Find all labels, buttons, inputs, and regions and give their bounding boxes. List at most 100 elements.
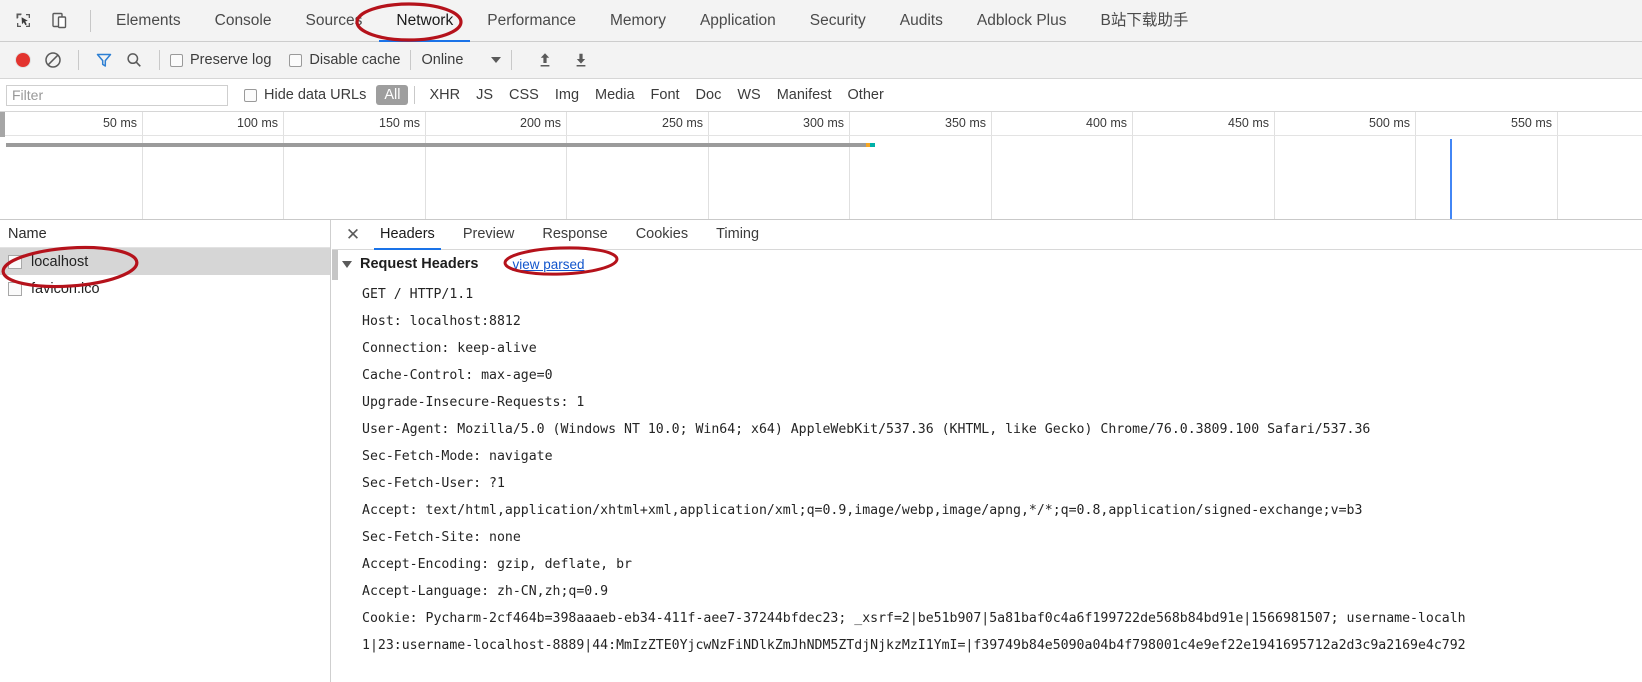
type-filter-media[interactable]: Media <box>587 85 643 105</box>
timeline-left-grip[interactable] <box>0 112 5 137</box>
timeline-tick-label: 550 ms <box>1511 116 1552 130</box>
disable-cache-checkbox[interactable]: Disable cache <box>289 52 400 68</box>
detail-tab-preview[interactable]: Preview <box>449 220 529 250</box>
upload-arrow-icon[interactable] <box>530 46 560 74</box>
filter-divider <box>414 86 416 104</box>
type-filter-manifest[interactable]: Manifest <box>769 85 840 105</box>
detail-tabbar: ✕ Headers Preview Response Cookies Timing <box>332 220 1642 250</box>
timeline-gridline <box>708 112 709 219</box>
request-rows: localhost favicon.ico <box>0 248 330 302</box>
raw-request-headers: GET / HTTP/1.1 Host: localhost:8812 Connec… <box>332 275 1642 659</box>
network-filter-bar: Hide data URLs All XHRJSCSSImgMediaFontDo… <box>0 79 1642 112</box>
type-filter-other[interactable]: Other <box>840 85 892 105</box>
type-filter-ws[interactable]: WS <box>729 85 768 105</box>
header-line: Sec-Fetch-User: ?1 <box>362 476 505 491</box>
timeline-tick-label: 400 ms <box>1086 116 1127 130</box>
request-list-header: Name <box>0 220 330 248</box>
header-line: Accept: text/html,application/xhtml+xml,… <box>362 503 1363 518</box>
tab-elements[interactable]: Elements <box>99 0 198 42</box>
type-filter-css[interactable]: CSS <box>501 85 547 105</box>
timeline-gridline <box>283 112 284 219</box>
chevron-down-icon <box>491 57 502 63</box>
overview-request-bar-tail <box>866 143 875 147</box>
type-filter-all[interactable]: All <box>376 85 409 105</box>
header-line: Cache-Control: max-age=0 <box>362 368 553 383</box>
tab-b站下载助手[interactable]: B站下载助手 <box>1083 0 1205 42</box>
inspect-cursor-icon[interactable] <box>10 8 36 34</box>
timeline-tick-label: 100 ms <box>237 116 278 130</box>
request-name: favicon.ico <box>31 280 100 297</box>
detail-tab-cookies[interactable]: Cookies <box>622 220 702 250</box>
type-filter-img[interactable]: Img <box>547 85 587 105</box>
detail-tab-timing[interactable]: Timing <box>702 220 773 250</box>
header-line: Cookie: Pycharm-2cf464b=398aaaeb-eb34-41… <box>362 611 1466 626</box>
triangle-down-icon[interactable] <box>342 260 352 268</box>
header-line: Sec-Fetch-Mode: navigate <box>362 449 553 464</box>
devtools-tool-icons <box>0 8 99 34</box>
header-line: GET / HTTP/1.1 <box>362 287 474 302</box>
toolbar-divider <box>78 50 79 70</box>
download-arrow-icon[interactable] <box>566 46 596 74</box>
tab-network[interactable]: Network <box>379 0 471 42</box>
request-headers-title: Request Headers <box>360 256 479 272</box>
tab-application[interactable]: Application <box>683 0 793 42</box>
type-filter-font[interactable]: Font <box>643 85 688 105</box>
timeline-gridline <box>849 112 850 219</box>
header-line: User-Agent: Mozilla/5.0 (Windows NT 10.0… <box>362 422 1371 437</box>
request-name: localhost <box>31 253 89 270</box>
timeline-ruler: 50 ms 100 ms 150 ms 200 ms 250 ms 300 ms 350 m… <box>0 112 1642 219</box>
detail-tab-headers[interactable]: Headers <box>366 220 449 250</box>
toolbar-divider <box>410 50 412 70</box>
tab-memory[interactable]: Memory <box>593 0 683 42</box>
disable-cache-label: Disable cache <box>309 52 401 68</box>
column-header-name: Name <box>8 225 47 242</box>
checkbox-box <box>170 53 183 67</box>
checkbox-box <box>289 53 303 67</box>
tab-adblock-plus[interactable]: Adblock Plus <box>960 0 1084 42</box>
toolbar-divider <box>90 9 91 32</box>
type-filter-doc[interactable]: Doc <box>688 85 730 105</box>
clear-prohibited-icon[interactable] <box>38 46 68 74</box>
device-toolbar-icon[interactable] <box>46 8 72 34</box>
preserve-log-checkbox[interactable]: Preserve log <box>170 52 271 68</box>
request-row[interactable]: localhost <box>0 248 330 275</box>
funnel-filter-icon[interactable] <box>89 46 119 74</box>
timeline-gridline <box>1274 112 1275 219</box>
tab-performance[interactable]: Performance <box>470 0 593 42</box>
header-line: Sec-Fetch-Site: none <box>362 530 521 545</box>
timeline-gridline <box>1132 112 1133 219</box>
close-x-icon[interactable]: ✕ <box>340 222 366 248</box>
request-row[interactable]: favicon.ico <box>0 275 330 302</box>
view-parsed-link[interactable]: view parsed <box>512 257 584 272</box>
timeline-gridline <box>566 112 567 219</box>
search-magnifier-icon[interactable] <box>119 46 149 74</box>
record-dot-icon[interactable] <box>8 46 38 74</box>
timeline-tick-label: 500 ms <box>1369 116 1410 130</box>
devtools-main-tabbar: Elements Console Sources Network Performance… <box>0 0 1642 42</box>
preserve-log-label: Preserve log <box>190 52 272 68</box>
header-line: Accept-Language: zh-CN,zh;q=0.9 <box>362 584 609 599</box>
throttling-dropdown[interactable]: Online <box>421 52 502 68</box>
hide-data-urls-checkbox[interactable]: Hide data URLs <box>244 87 366 103</box>
detail-pane-grip[interactable] <box>332 250 338 280</box>
network-toolbar: Preserve log Disable cache Online <box>0 42 1642 79</box>
filter-input[interactable] <box>6 84 228 106</box>
request-list-pane: Name localhost favicon.ico <box>0 220 331 682</box>
tab-sources[interactable]: Sources <box>289 0 380 42</box>
type-filter-js[interactable]: JS <box>468 85 501 105</box>
tab-console[interactable]: Console <box>198 0 289 42</box>
tab-audits[interactable]: Audits <box>883 0 960 42</box>
network-overview-timeline[interactable]: 50 ms 100 ms 150 ms 200 ms 250 ms 300 ms 350 m… <box>0 112 1642 220</box>
type-filter-xhr[interactable]: XHR <box>421 85 468 105</box>
devtools-window: Elements Console Sources Network Performance… <box>0 0 1642 682</box>
detail-tab-response[interactable]: Response <box>528 220 621 250</box>
tab-security[interactable]: Security <box>793 0 883 42</box>
request-headers-section-header: Request Headers view parsed <box>332 250 1642 275</box>
document-icon <box>8 281 22 296</box>
timeline-divider <box>0 135 1642 136</box>
document-icon <box>8 254 22 269</box>
timeline-gridline <box>1557 112 1558 219</box>
header-line: Host: localhost:8812 <box>362 314 521 329</box>
toolbar-divider <box>511 50 513 70</box>
header-line: Accept-Encoding: gzip, deflate, br <box>362 557 632 572</box>
